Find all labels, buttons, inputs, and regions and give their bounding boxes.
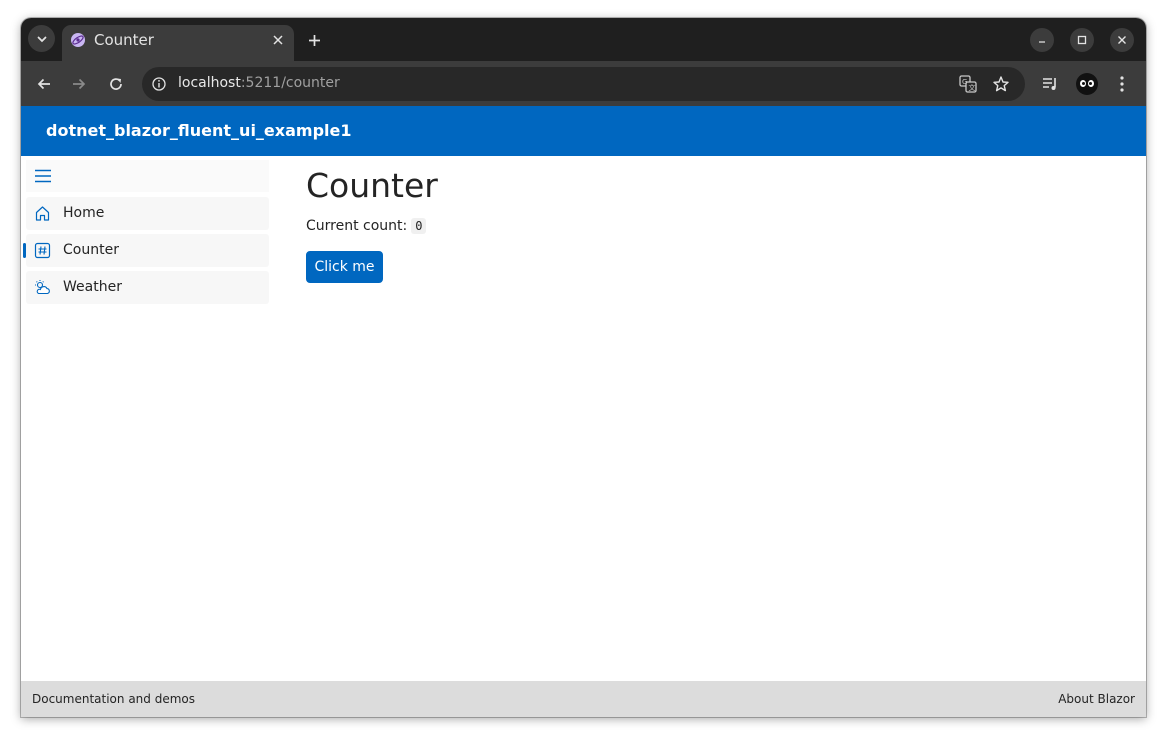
arrow-left-icon xyxy=(37,78,50,90)
minimize-icon xyxy=(1039,41,1045,43)
sidebar-item-counter[interactable]: Counter xyxy=(23,234,269,267)
tab-search-button[interactable] xyxy=(28,25,55,52)
click-me-button[interactable]: Click me xyxy=(306,251,383,283)
documentation-link[interactable]: Documentation and demos xyxy=(32,692,195,706)
home-icon xyxy=(35,206,50,221)
plus-icon xyxy=(308,34,320,46)
about-blazor-link[interactable]: About Blazor xyxy=(1058,692,1135,706)
sidebar-nav: Home Counter Weather xyxy=(21,156,271,681)
url-text[interactable]: localhost:5211/counter xyxy=(178,75,340,91)
playlist-icon xyxy=(1043,78,1056,90)
tab-strip: Counter xyxy=(21,18,1146,61)
tab-title: Counter xyxy=(94,31,154,49)
main-content: Counter Current count: 0 Click me xyxy=(306,156,1146,681)
maximize-icon xyxy=(1077,35,1087,45)
app-header: dotnet_blazor_fluent_ui_example1 xyxy=(21,106,1146,156)
sidebar-item-label: Weather xyxy=(63,279,122,295)
svg-text:G: G xyxy=(962,78,967,86)
count-value: 0 xyxy=(411,218,427,234)
menu-button[interactable] xyxy=(1109,71,1135,97)
svg-text:文: 文 xyxy=(969,83,976,92)
active-indicator xyxy=(23,243,26,258)
close-icon xyxy=(1118,36,1126,44)
profile-avatar-icon xyxy=(1076,73,1098,95)
arrow-right-icon xyxy=(73,78,86,90)
star-icon[interactable] xyxy=(992,75,1010,93)
sidebar-item-label: Counter xyxy=(63,242,119,258)
browser-toolbar: localhost:5211/counter G 文 xyxy=(21,61,1146,106)
reload-button[interactable] xyxy=(103,71,129,97)
url-path: :5211/counter xyxy=(240,75,340,91)
sidebar-item-label: Home xyxy=(63,205,105,221)
address-bar[interactable]: localhost:5211/counter G 文 xyxy=(142,67,1025,101)
minimize-button[interactable] xyxy=(1030,28,1054,52)
app-title[interactable]: dotnet_blazor_fluent_ui_example1 xyxy=(46,121,352,140)
sidebar-item-home[interactable]: Home xyxy=(26,197,269,230)
browser-tab[interactable]: Counter xyxy=(62,25,294,61)
media-controls-button[interactable] xyxy=(1037,71,1063,97)
number-icon xyxy=(34,242,51,259)
weather-icon xyxy=(35,280,50,295)
forward-button[interactable] xyxy=(66,71,92,97)
translate-icon[interactable]: G 文 xyxy=(959,75,977,93)
new-tab-button[interactable] xyxy=(303,29,325,51)
tab-close-button[interactable] xyxy=(268,30,288,50)
page-title: Counter xyxy=(306,166,438,205)
blazor-icon xyxy=(71,33,85,47)
kebab-menu-icon xyxy=(1120,76,1124,92)
footer: Documentation and demos About Blazor xyxy=(21,681,1146,717)
maximize-button[interactable] xyxy=(1070,28,1094,52)
info-icon[interactable] xyxy=(152,77,166,91)
count-label: Current count: xyxy=(306,218,408,234)
back-button[interactable] xyxy=(31,71,57,97)
url-host: localhost xyxy=(178,75,241,91)
chevron-down-icon xyxy=(37,36,46,42)
reload-icon xyxy=(110,78,122,90)
close-window-button[interactable] xyxy=(1110,28,1134,52)
nav-menu-toggle[interactable] xyxy=(26,160,269,192)
sidebar-item-weather[interactable]: Weather xyxy=(26,271,269,304)
browser-window: Counter localhost:5211/counter G 文 dotne… xyxy=(21,18,1146,717)
close-icon xyxy=(273,35,283,45)
current-count: Current count: 0 xyxy=(306,218,427,234)
profile-button[interactable] xyxy=(1074,71,1100,97)
hamburger-icon xyxy=(35,169,51,183)
